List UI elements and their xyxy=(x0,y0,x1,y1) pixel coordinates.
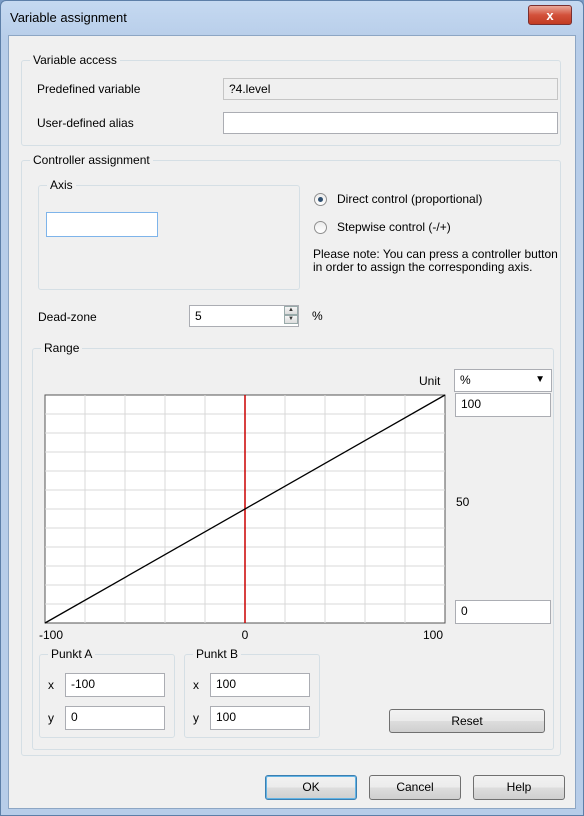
dialog-client-area: Variable access Predefined variable ?4.l… xyxy=(8,35,576,809)
unit-label: Unit xyxy=(419,374,441,388)
help-button[interactable]: Help xyxy=(473,775,565,800)
x-tick-label: 100 xyxy=(423,628,443,642)
stepwise-control-radio[interactable] xyxy=(314,221,327,234)
close-icon: x xyxy=(546,7,554,23)
unit-dropdown[interactable]: % ▼ xyxy=(454,369,552,392)
title-bar[interactable]: Variable assignment x xyxy=(1,1,583,35)
user-alias-label: User-defined alias xyxy=(37,116,134,130)
predefined-variable-field: ?4.level xyxy=(223,78,558,100)
window-title: Variable assignment xyxy=(10,10,127,25)
stepwise-control-label[interactable]: Stepwise control (-/+) xyxy=(337,220,451,234)
controller-assignment-legend: Controller assignment xyxy=(30,153,153,167)
deadzone-spinner[interactable]: ▲ ▼ xyxy=(284,306,298,326)
punkt-a-legend: Punkt A xyxy=(48,647,96,661)
predefined-variable-label: Predefined variable xyxy=(37,82,141,96)
variable-access-group: Variable access Predefined variable ?4.l… xyxy=(21,53,561,146)
ok-button[interactable]: OK xyxy=(265,775,357,800)
axis-legend: Axis xyxy=(47,178,76,192)
punkt-a-x-input[interactable]: -100 xyxy=(65,673,165,697)
deadzone-label: Dead-zone xyxy=(38,310,97,324)
close-button[interactable]: x xyxy=(528,5,572,25)
dialog-window: Variable assignment x Variable access Pr… xyxy=(0,0,584,816)
punkt-a-x-label: x xyxy=(48,678,54,692)
punkt-b-legend: Punkt B xyxy=(193,647,242,661)
direct-control-label[interactable]: Direct control (proportional) xyxy=(337,192,482,206)
range-legend: Range xyxy=(41,341,83,355)
variable-access-legend: Variable access xyxy=(30,53,120,67)
y-min-field[interactable]: 0 xyxy=(455,600,551,624)
controller-note: Please note: You can press a controller … xyxy=(313,247,558,274)
x-tick-label: -100 xyxy=(39,628,63,642)
radio-selected-dot xyxy=(318,197,323,202)
axis-group: Axis xyxy=(38,178,300,290)
x-tick-labels: -100 0 100 xyxy=(39,628,443,642)
chevron-down-icon: ▼ xyxy=(535,374,545,385)
controller-assignment-group: Controller assignment Axis Direct contro… xyxy=(21,153,561,756)
punkt-b-y-label: y xyxy=(193,711,199,725)
punkt-b-x-input[interactable]: 100 xyxy=(210,673,310,697)
unit-selected-value: % xyxy=(460,373,471,387)
range-chart[interactable]: -100 0 100 xyxy=(39,394,447,642)
range-group: Range Unit % ▼ 100 50 0 -100 0 100 Punkt… xyxy=(32,341,554,750)
cancel-button[interactable]: Cancel xyxy=(369,775,461,800)
direct-control-radio[interactable] xyxy=(314,193,327,206)
x-tick-label: 0 xyxy=(242,628,249,642)
punkt-b-group: Punkt B x 100 y 100 xyxy=(184,647,320,738)
reset-button[interactable]: Reset xyxy=(389,709,545,733)
punkt-b-y-input[interactable]: 100 xyxy=(210,706,310,730)
punkt-b-x-label: x xyxy=(193,678,199,692)
punkt-a-y-label: y xyxy=(48,711,54,725)
y-mid-label: 50 xyxy=(456,495,470,509)
punkt-a-y-input[interactable]: 0 xyxy=(65,706,165,730)
deadzone-input[interactable]: 5 xyxy=(189,305,299,327)
user-alias-input[interactable] xyxy=(223,112,558,134)
deadzone-unit: % xyxy=(312,309,323,323)
spin-down-icon[interactable]: ▼ xyxy=(284,315,298,324)
punkt-a-group: Punkt A x -100 y 0 xyxy=(39,647,175,738)
spin-up-icon[interactable]: ▲ xyxy=(284,306,298,315)
axis-input[interactable] xyxy=(46,212,158,237)
y-max-field[interactable]: 100 xyxy=(455,393,551,417)
